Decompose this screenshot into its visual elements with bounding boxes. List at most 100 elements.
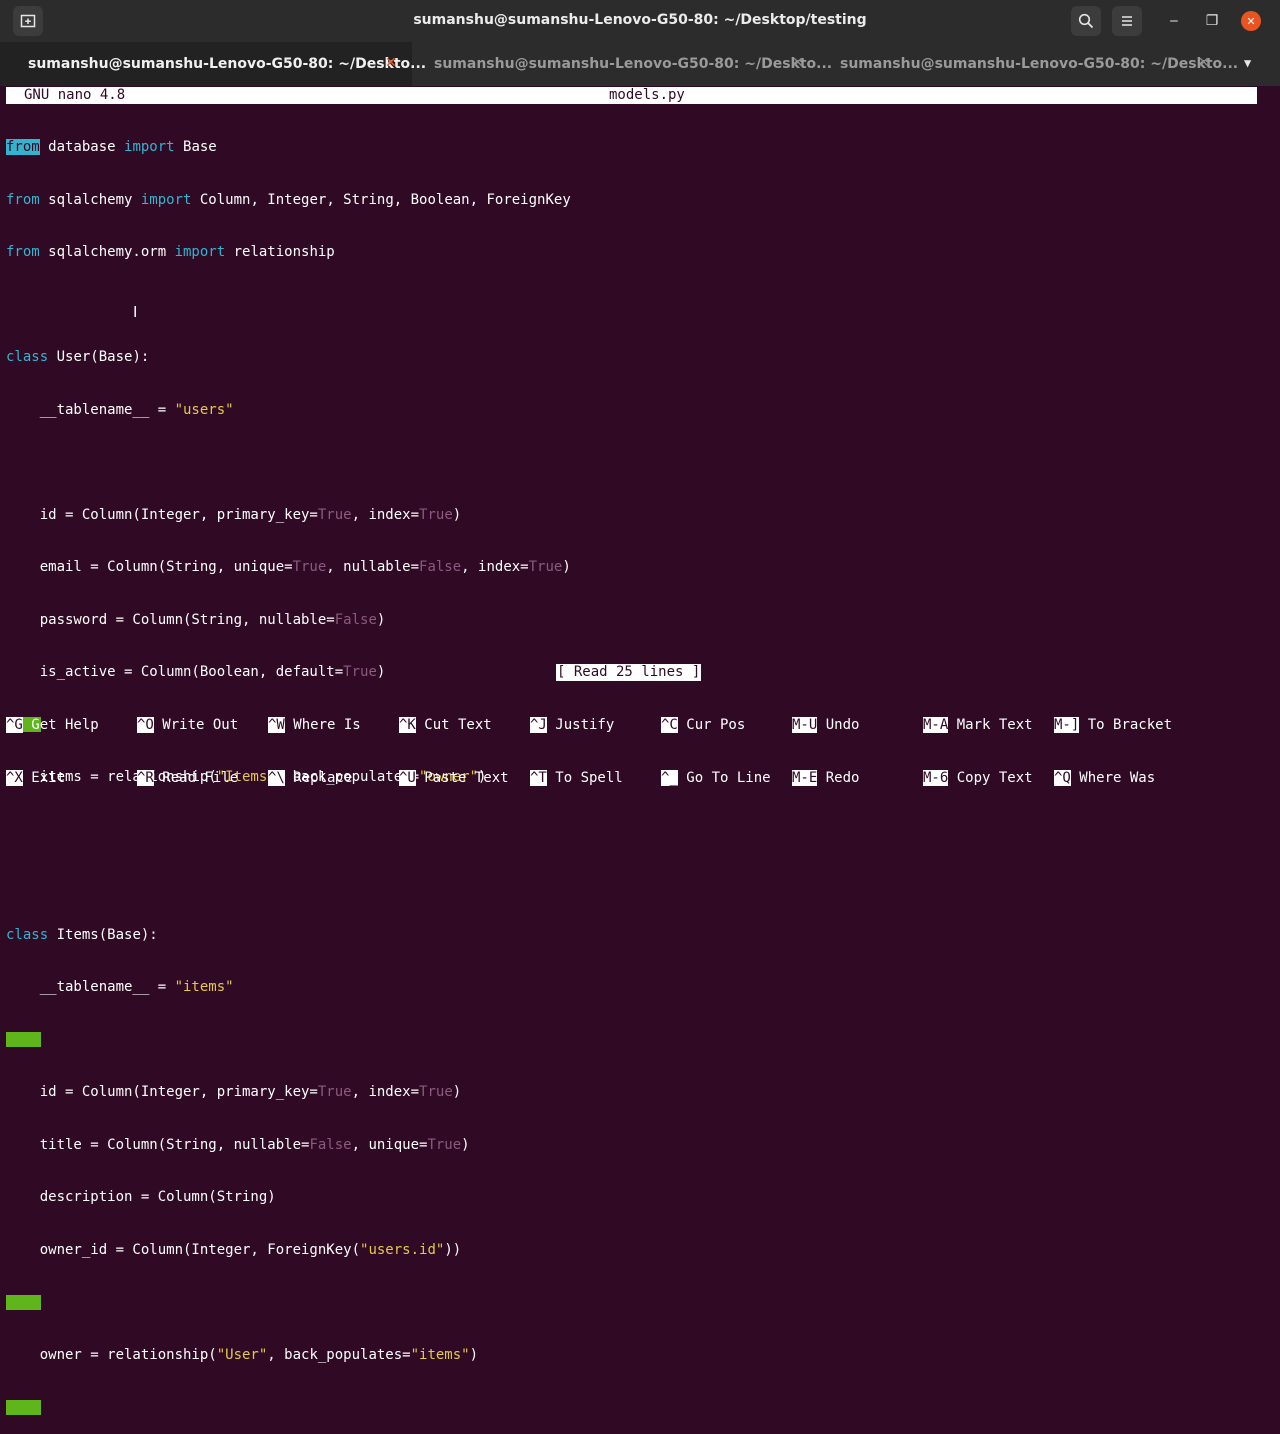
shortcut-exit[interactable]: ^X Exit xyxy=(6,769,99,788)
keyword-token: from xyxy=(6,244,40,260)
boolean-token: False xyxy=(419,559,462,575)
code-line: password = Column(String, nullable=False… xyxy=(6,612,571,630)
keyword-token: import xyxy=(140,191,192,208)
shortcut-label: Undo xyxy=(817,717,860,733)
shortcut-label: To Bracket xyxy=(1079,717,1173,733)
shortcut-label: Go To Line xyxy=(677,769,771,786)
shortcut-paste-text[interactable]: ^U Paste Text xyxy=(399,769,509,788)
shortcut-key: M-E xyxy=(792,769,818,786)
maximize-button[interactable]: ❐ xyxy=(1202,11,1222,31)
code-text: id = Column(Integer, primary_key= xyxy=(6,1084,318,1100)
code-line: title = Column(String, nullable=False, u… xyxy=(6,1137,571,1155)
string-token: "items" xyxy=(410,1346,470,1363)
tab-list-dropdown-icon[interactable]: ▼ xyxy=(1244,56,1251,70)
shortcut-label: Mark Text xyxy=(948,717,1033,733)
code-text: is_active = Column(Boolean, default= xyxy=(6,664,344,680)
shortcut-column: M-A Mark Text M-6 Copy Text xyxy=(923,682,1033,805)
close-tab-icon[interactable]: ✕ xyxy=(792,55,804,71)
keyword-token: class xyxy=(6,926,49,943)
shortcut-column: M-] To Bracket ^Q Where Was xyxy=(1054,682,1172,805)
keyword-token: from xyxy=(6,191,40,208)
boolean-token: True xyxy=(419,506,453,523)
shortcut-copy-text[interactable]: M-6 Copy Text xyxy=(923,769,1033,788)
shortcut-replace[interactable]: ^\ Replace xyxy=(268,769,361,788)
code-line: class Items(Base): xyxy=(6,927,571,945)
code-line-whitespace xyxy=(6,1032,571,1050)
code-text: Items(Base): xyxy=(48,926,158,943)
shortcut-label: Replace xyxy=(284,769,353,786)
tab-label: sumanshu@sumanshu-Lenovo-G50-80: ~/Deskt… xyxy=(840,56,1239,72)
code-line-whitespace xyxy=(6,1294,571,1312)
shortcut-key: ^K xyxy=(399,717,416,733)
code-line: id = Column(Integer, primary_key=True, i… xyxy=(6,1084,571,1102)
close-window-button[interactable]: ✕ xyxy=(1241,11,1261,31)
code-text: ) xyxy=(376,611,386,628)
code-text: ) xyxy=(469,1346,479,1363)
shortcut-label: Read File xyxy=(153,769,239,786)
code-line: __tablename__ = "items" xyxy=(6,979,571,997)
code-line: class User(Base): xyxy=(6,349,571,367)
shortcut-key: ^J xyxy=(530,717,547,733)
shortcut-label: Cur Pos xyxy=(677,717,746,733)
code-line: from database import Base xyxy=(6,139,571,157)
code-text: sqlalchemy.orm xyxy=(39,244,175,260)
code-line: owner_id = Column(Integer, ForeignKey("u… xyxy=(6,1242,571,1260)
shortcut-key: M-U xyxy=(792,717,818,733)
terminal-tab-2[interactable]: sumanshu@sumanshu-Lenovo-G50-80: ~/Deskt… xyxy=(412,42,832,86)
nano-header-bar: GNU nano 4.8 models.py xyxy=(6,87,1257,104)
shortcut-key: ^Q xyxy=(1054,769,1071,786)
title-bar: sumanshu@sumanshu-Lenovo-G50-80: ~/Deskt… xyxy=(0,0,1280,42)
code-text: , back_populates= xyxy=(267,1346,411,1363)
nano-version: GNU nano 4.8 xyxy=(24,87,126,103)
shortcut-label: Cut Text xyxy=(415,717,492,733)
boolean-token: False xyxy=(309,1136,352,1153)
terminal-tab-1[interactable]: sumanshu@sumanshu-Lenovo-G50-80: ~/Deskt… xyxy=(0,42,426,86)
boolean-token: True xyxy=(292,559,327,575)
code-text: database xyxy=(39,139,125,155)
shortcut-redo[interactable]: M-E Redo xyxy=(792,769,859,788)
code-text: description = Column(String) xyxy=(6,1189,276,1205)
code-line: __tablename__ = "users" xyxy=(6,402,571,420)
tab-label: sumanshu@sumanshu-Lenovo-G50-80: ~/Deskt… xyxy=(28,56,427,72)
shortcut-to-spell[interactable]: ^T To Spell xyxy=(530,769,623,788)
code-text: , index= xyxy=(461,559,529,575)
shortcut-column: M-U Undo M-E Redo xyxy=(792,682,859,805)
shortcut-key: ^O xyxy=(137,717,154,733)
code-text: ) xyxy=(562,559,571,575)
close-tab-icon[interactable]: ✕ xyxy=(385,55,397,71)
shortcut-key: ^_ xyxy=(661,769,678,786)
trailing-whitespace-highlight xyxy=(6,1399,41,1415)
shortcut-label: Where Is xyxy=(284,717,361,733)
shortcut-key: M-6 xyxy=(923,769,949,786)
code-line: id = Column(Integer, primary_key=True, i… xyxy=(6,507,571,525)
shortcut-key: ^W xyxy=(268,717,285,733)
search-icon xyxy=(1078,13,1094,29)
terminal-tab-3[interactable]: sumanshu@sumanshu-Lenovo-G50-80: ~/Deskt… xyxy=(824,42,1239,86)
boolean-token: True xyxy=(343,664,377,680)
shortcut-go-to-line[interactable]: ^_ Go To Line xyxy=(661,769,771,788)
code-text: title = Column(String, nullable= xyxy=(6,1136,310,1153)
code-line: owner = relationship("User", back_popula… xyxy=(6,1347,571,1365)
string-token: "users" xyxy=(174,401,234,418)
keyword-token: import xyxy=(174,244,226,260)
file-name: models.py xyxy=(609,87,685,103)
text-cursor: from xyxy=(6,139,40,155)
close-tab-icon[interactable]: ✕ xyxy=(1198,55,1210,71)
shortcut-label: Exit xyxy=(22,769,66,786)
shortcut-label: Paste Text xyxy=(415,769,509,786)
code-text: relationship xyxy=(225,244,335,260)
shortcut-where-was[interactable]: ^Q Where Was xyxy=(1054,769,1172,788)
code-line: description = Column(String) xyxy=(6,1189,571,1207)
search-button[interactable] xyxy=(1071,6,1101,36)
minimize-button[interactable]: ‒ xyxy=(1164,11,1184,31)
code-text: __tablename__ = xyxy=(6,979,175,995)
menu-button[interactable] xyxy=(1112,6,1142,36)
string-token: "items" xyxy=(174,979,234,995)
terminal-scrollbar[interactable] xyxy=(1257,86,1280,720)
code-text: __tablename__ = xyxy=(6,401,175,418)
tab-bar: sumanshu@sumanshu-Lenovo-G50-80: ~/Deskt… xyxy=(0,42,1280,86)
shortcut-key: M-A xyxy=(923,717,949,733)
shortcut-read-file[interactable]: ^R Read File xyxy=(137,769,239,788)
code-text: owner = relationship( xyxy=(6,1346,217,1363)
